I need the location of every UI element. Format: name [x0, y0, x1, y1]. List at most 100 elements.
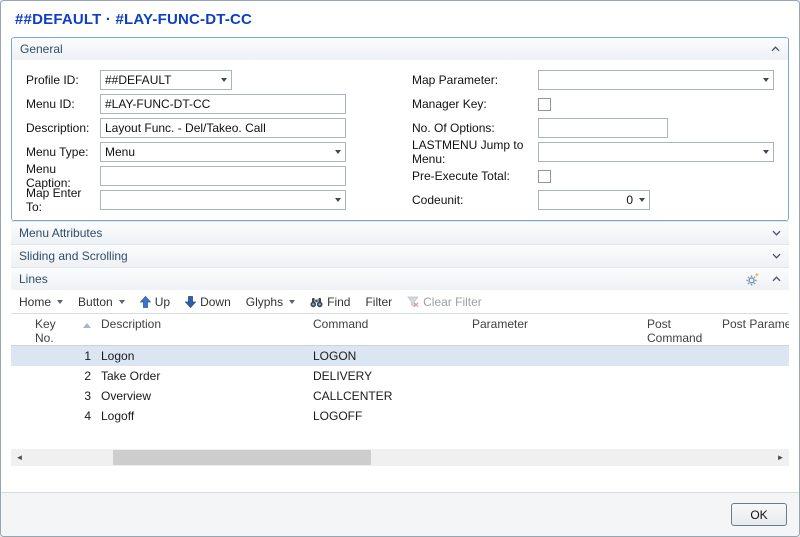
- filter-button[interactable]: Filter: [365, 295, 392, 309]
- manager-key-checkbox[interactable]: [538, 98, 551, 111]
- up-arrow-icon: [140, 296, 151, 308]
- table-row[interactable]: 3 Overview CALLCENTER: [11, 386, 789, 406]
- cell-key-no: 4: [25, 406, 99, 426]
- cell-key-no: 1: [25, 346, 99, 366]
- codeunit-label: Codeunit:: [400, 193, 538, 207]
- section-sliding-scrolling: Sliding and Scrolling: [11, 244, 789, 267]
- scrollbar-track[interactable]: [28, 449, 772, 466]
- scrollbar-thumb[interactable]: [113, 450, 371, 465]
- sort-ascending-icon: [83, 323, 91, 328]
- scroll-right-button[interactable]: ►: [772, 449, 789, 466]
- home-menu-button[interactable]: Home: [19, 295, 63, 309]
- menu-caption-input[interactable]: [100, 166, 346, 186]
- table-row[interactable]: 4 Logoff LOGOFF: [11, 406, 789, 426]
- cell-post-command: [645, 346, 720, 366]
- cell-parameter: [470, 386, 645, 406]
- profile-id-combo[interactable]: [100, 70, 232, 90]
- no-of-options-input[interactable]: [538, 118, 668, 138]
- cell-command: CALLCENTER: [311, 386, 470, 406]
- button-menu-button[interactable]: Button: [78, 295, 125, 309]
- grid-header-row: Key No. Description Command Parameter Po…: [11, 314, 789, 346]
- map-parameter-input[interactable]: [538, 70, 774, 90]
- table-row[interactable]: 2 Take Order DELIVERY: [11, 366, 789, 386]
- column-header-post-parameter[interactable]: Post Paramete: [720, 317, 789, 331]
- cell-post-parameter: [720, 366, 789, 386]
- section-general-title: General: [20, 42, 63, 56]
- dropdown-caret-icon: [57, 300, 63, 304]
- down-arrow-icon: [185, 296, 196, 308]
- description-input[interactable]: [100, 118, 346, 138]
- section-general: General Profile ID: Menu: [11, 37, 789, 221]
- chevron-up-icon: [772, 276, 781, 282]
- section-general-header[interactable]: General: [12, 38, 788, 60]
- cell-post-parameter: [720, 406, 789, 426]
- menu-type-input[interactable]: [100, 142, 346, 162]
- cell-key-no: 2: [25, 366, 99, 386]
- footer-bar: OK: [1, 492, 799, 536]
- cell-command: LOGOFF: [311, 406, 470, 426]
- profile-id-input[interactable]: [100, 70, 232, 90]
- map-parameter-label: Map Parameter:: [400, 73, 538, 87]
- section-menu-attributes-header[interactable]: Menu Attributes: [11, 222, 789, 244]
- cell-parameter: [470, 406, 645, 426]
- section-menu-attributes: Menu Attributes: [11, 221, 789, 244]
- section-sliding-scrolling-header[interactable]: Sliding and Scrolling: [11, 245, 789, 267]
- cell-description: Logon: [99, 346, 311, 366]
- column-header-parameter[interactable]: Parameter: [470, 317, 645, 331]
- scroll-left-button[interactable]: ◄: [11, 449, 28, 466]
- pre-execute-total-label: Pre-Execute Total:: [400, 169, 538, 183]
- profile-id-label: Profile ID:: [14, 73, 100, 87]
- window: ##DEFAULT · #LAY-FUNC-DT-CC General Prof…: [0, 0, 800, 537]
- content: General Profile ID: Menu: [1, 37, 799, 492]
- map-parameter-combo[interactable]: [538, 70, 774, 90]
- cell-command: LOGON: [311, 346, 470, 366]
- lastmenu-jump-combo[interactable]: [538, 142, 774, 162]
- lines-grid: Key No. Description Command Parameter Po…: [11, 314, 789, 466]
- menu-id-input[interactable]: [100, 94, 346, 114]
- section-sliding-scrolling-title: Sliding and Scrolling: [19, 249, 128, 263]
- lines-toolbar: Home Button Up Down: [11, 290, 789, 314]
- menu-type-combo[interactable]: [100, 142, 346, 162]
- column-header-key-no[interactable]: Key No.: [25, 317, 99, 345]
- customize-gear-icon[interactable]: [745, 272, 760, 287]
- column-header-post-command[interactable]: Post Command: [645, 317, 720, 345]
- section-lines-header[interactable]: Lines: [11, 268, 789, 290]
- cell-parameter: [470, 366, 645, 386]
- glyphs-menu-button[interactable]: Glyphs: [246, 295, 295, 309]
- page-title: ##DEFAULT · #LAY-FUNC-DT-CC: [15, 11, 252, 28]
- table-row[interactable]: 1 Logon LOGON: [11, 346, 789, 366]
- cell-post-parameter: [720, 346, 789, 366]
- section-lines-title: Lines: [19, 272, 48, 286]
- column-header-description[interactable]: Description: [99, 317, 311, 331]
- column-header-command[interactable]: Command: [311, 317, 470, 331]
- dropdown-caret-icon: [289, 300, 295, 304]
- lastmenu-jump-input[interactable]: [538, 142, 774, 162]
- lastmenu-jump-label: LASTMENU Jump to Menu:: [400, 138, 538, 166]
- clear-filter-button[interactable]: Clear Filter: [407, 295, 482, 309]
- move-down-button[interactable]: Down: [185, 295, 231, 309]
- horizontal-scrollbar[interactable]: ◄ ►: [11, 449, 789, 466]
- map-enter-to-input[interactable]: [100, 190, 346, 210]
- find-button[interactable]: Find: [310, 295, 350, 309]
- map-enter-to-label: Map Enter To:: [14, 186, 100, 214]
- grid-empty-area: [11, 426, 789, 449]
- cell-key-no: 3: [25, 386, 99, 406]
- cell-post-command: [645, 386, 720, 406]
- move-up-button[interactable]: Up: [140, 295, 170, 309]
- pre-execute-total-checkbox[interactable]: [538, 170, 551, 183]
- title-bar: ##DEFAULT · #LAY-FUNC-DT-CC: [1, 1, 799, 37]
- manager-key-label: Manager Key:: [400, 97, 538, 111]
- ok-button[interactable]: OK: [731, 503, 787, 526]
- codeunit-input[interactable]: [538, 190, 650, 210]
- clear-filter-icon: [407, 296, 419, 308]
- cell-post-command: [645, 406, 720, 426]
- map-enter-to-combo[interactable]: [100, 190, 346, 210]
- description-label: Description:: [14, 121, 100, 135]
- codeunit-combo[interactable]: [538, 190, 650, 210]
- cell-post-command: [645, 366, 720, 386]
- menu-id-label: Menu ID:: [14, 97, 100, 111]
- cell-post-parameter: [720, 386, 789, 406]
- chevron-down-icon: [772, 253, 781, 259]
- cell-description: Logoff: [99, 406, 311, 426]
- no-of-options-label: No. Of Options:: [400, 121, 538, 135]
